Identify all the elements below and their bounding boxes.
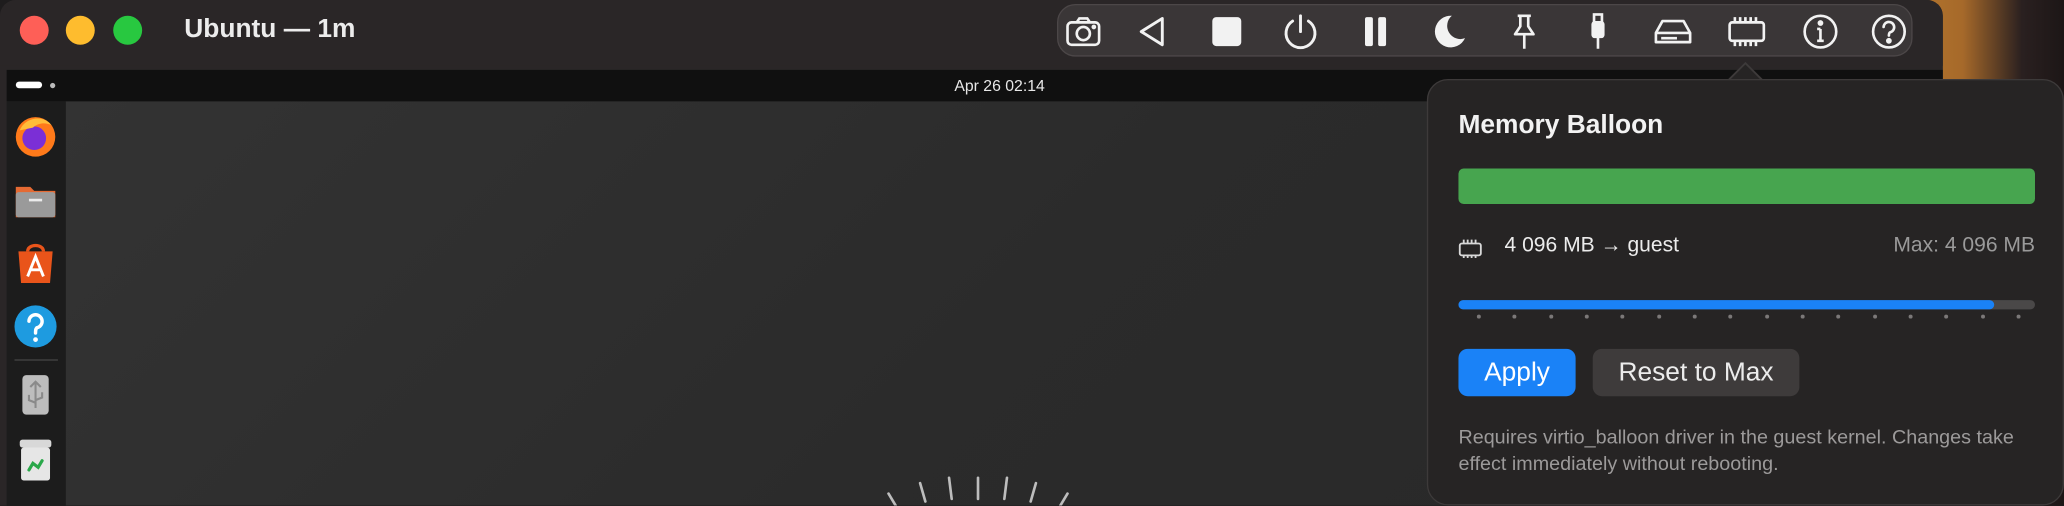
triangle-left-icon (1139, 16, 1164, 47)
help-icon[interactable] (12, 303, 59, 350)
memory-chip-icon (1728, 17, 1766, 47)
info-button[interactable] (1798, 11, 1843, 53)
slider-tick (1764, 314, 1769, 319)
memory-current: 4 096 MB → guest (1504, 234, 1679, 257)
pin-button[interactable] (1502, 11, 1547, 53)
window-titlebar: Ubuntu — 1m (0, 0, 1943, 66)
slider-tick (1692, 314, 1697, 319)
screenshot-button[interactable] (1061, 11, 1106, 53)
stop-icon (1212, 17, 1242, 47)
workspace-dot (50, 82, 56, 89)
slider-tick (1836, 314, 1841, 319)
dock-separator (14, 359, 58, 361)
zoom-button[interactable] (113, 15, 143, 45)
back-button[interactable] (1129, 11, 1174, 53)
reset-to-max-button[interactable]: Reset to Max (1592, 348, 1800, 397)
close-button[interactable] (19, 15, 49, 45)
memory-balloon-popover: Memory Balloon 4 096 MB → guest Max: 4 0… (1426, 78, 2064, 506)
workspace-indicator[interactable] (15, 81, 43, 89)
slider-tick (1656, 314, 1661, 319)
memory-button[interactable] (1724, 11, 1769, 53)
apply-button[interactable]: Apply (1458, 348, 1576, 397)
window-title: Ubuntu — 1m (184, 14, 356, 44)
app-store-icon[interactable] (12, 240, 59, 287)
usb-button[interactable] (1576, 11, 1621, 53)
firefox-icon[interactable] (12, 112, 59, 159)
camera-icon (1066, 17, 1101, 47)
slider-tick (1908, 314, 1913, 319)
memory-max: Max: 4 096 MB (1893, 234, 2035, 257)
info-icon (1803, 14, 1838, 49)
slider-tick (1800, 314, 1805, 319)
slider-tick (1620, 314, 1625, 319)
slider-tick (1476, 314, 1481, 319)
memory-info-row: 4 096 MB → guest Max: 4 096 MB (1458, 234, 2035, 263)
folder-icon[interactable] (12, 176, 59, 223)
memory-slider[interactable] (1458, 296, 2035, 328)
slider-tick (1584, 314, 1589, 319)
slider-fill (1458, 300, 1995, 310)
power-button[interactable] (1278, 11, 1323, 53)
pin-icon (1513, 14, 1535, 49)
drive-button[interactable] (1651, 11, 1696, 53)
slider-tick (1728, 314, 1733, 319)
trash-icon[interactable] (12, 436, 59, 483)
wallpaper-rays (851, 476, 1105, 506)
help-button[interactable] (1867, 11, 1912, 53)
slider-tick (1944, 314, 1949, 319)
usb-plug-icon (1591, 13, 1605, 49)
memory-usage-bar (1458, 168, 2035, 205)
pause-button[interactable] (1353, 11, 1398, 53)
slider-tick (1872, 314, 1877, 319)
vm-toolbar (1056, 3, 1913, 57)
minimize-button[interactable] (65, 15, 95, 45)
usb-drive-icon[interactable] (12, 371, 59, 418)
slider-tick (1512, 314, 1517, 319)
popover-arrow (1729, 64, 1762, 81)
guest-dock (6, 101, 66, 506)
guest-clock[interactable]: Apr 26 02:14 (954, 76, 1044, 94)
slider-tick (1980, 314, 1985, 319)
stop-button[interactable] (1204, 11, 1249, 53)
drive-icon (1654, 19, 1692, 44)
pause-icon (1365, 17, 1387, 47)
slider-ticks (1458, 314, 2035, 320)
question-icon (1871, 14, 1907, 49)
moon-icon (1434, 15, 1466, 48)
slider-tick (1548, 314, 1553, 319)
balloon-note: Requires virtio_balloon driver in the gu… (1458, 426, 2014, 476)
screen: Ubuntu — 1m Apr 26 02:14 Memory Balloon … (0, 0, 2064, 506)
sleep-button[interactable] (1427, 11, 1472, 53)
popover-title: Memory Balloon (1458, 110, 1664, 140)
memory-chip-icon (1458, 239, 1482, 258)
slider-tick (2016, 314, 2021, 319)
power-icon (1284, 14, 1317, 50)
